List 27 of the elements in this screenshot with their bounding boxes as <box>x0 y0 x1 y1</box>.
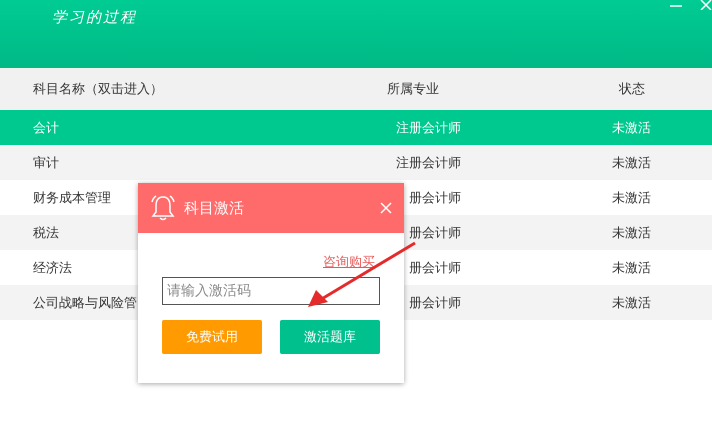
table-cell-text: 注册会计师 <box>396 154 461 172</box>
table-cell-text: 未激活 <box>611 120 652 136</box>
table-cell[interactable]: 财务成本管理 <box>33 188 111 206</box>
activation-code-field[interactable]: 请输入激活码 <box>162 277 380 305</box>
table-cell[interactable]: 经济法 <box>33 258 72 276</box>
close-icon[interactable] <box>380 202 392 214</box>
table-cell-text: 未激活 <box>611 294 652 312</box>
table-cell-text: 册会计师 <box>409 294 461 312</box>
table-cell[interactable]: 税法 <box>33 224 59 242</box>
app-title: 学习的过程 <box>52 8 137 27</box>
purchase-link[interactable]: 咨询购买 <box>323 253 375 271</box>
table-cell-text: 未激活 <box>611 190 652 206</box>
close-icon[interactable] <box>700 0 712 10</box>
table-cell-text: 册会计师 <box>409 224 461 242</box>
table-cell-text: 未激活 <box>611 154 652 172</box>
bell-icon <box>150 194 176 222</box>
column-header: 状态 <box>618 81 646 98</box>
table-cell[interactable]: 审计 <box>33 154 59 172</box>
table-cell-text: 未激活 <box>611 260 652 276</box>
table-cell-text: 册会计师 <box>409 190 461 206</box>
column-header: 所属专业 <box>386 81 440 98</box>
column-header: 科目名称（双击进入） <box>33 81 164 98</box>
table-cell-text: 注册会计师 <box>396 120 461 136</box>
dialog-title: 科目激活 <box>184 198 245 218</box>
table-cell[interactable]: 公司战略与风险管 <box>33 294 137 312</box>
table-cell-text: 未激活 <box>611 224 652 242</box>
table-cell-text: 册会计师 <box>409 260 461 276</box>
